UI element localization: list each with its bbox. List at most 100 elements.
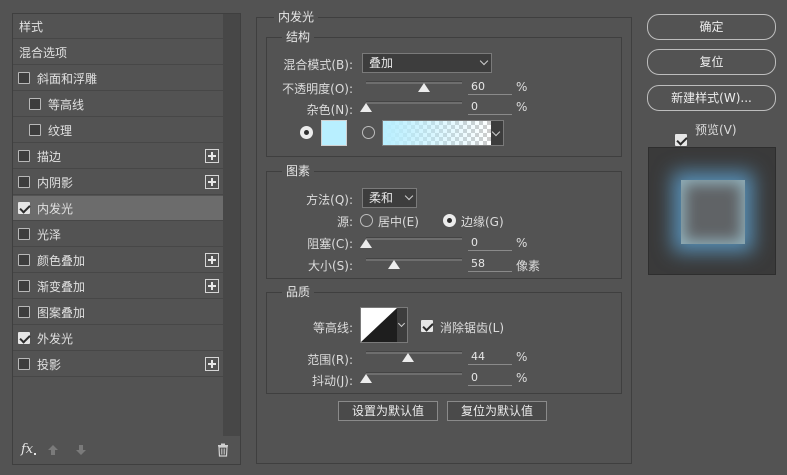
styles-header-label: 样式 — [19, 19, 44, 34]
style-item-checkbox[interactable] — [18, 332, 30, 344]
jitter-slider-track[interactable] — [366, 372, 462, 375]
chevron-down-icon — [491, 127, 501, 137]
style-item-label: 斜面和浮雕 — [37, 71, 98, 86]
source-center-radio[interactable] — [360, 214, 373, 227]
antialias-label[interactable]: 消除锯齿(L) — [440, 319, 504, 336]
style-item[interactable]: 图案叠加 — [13, 300, 223, 325]
gradient-preview — [383, 121, 491, 145]
range-slider-thumb[interactable] — [402, 353, 415, 362]
move-down-icon[interactable] — [75, 444, 87, 456]
fx-menu-button[interactable]: fx — [21, 442, 33, 457]
range-unit: % — [516, 350, 528, 364]
add-instance-plus-icon[interactable] — [205, 279, 219, 293]
noise-slider-track[interactable] — [366, 101, 462, 104]
opacity-unit: % — [516, 80, 528, 94]
jitter-input[interactable]: 0 — [468, 370, 512, 386]
style-item-checkbox[interactable] — [18, 228, 30, 240]
style-item[interactable]: 等高线 — [13, 92, 223, 117]
preview-swatch — [681, 180, 745, 244]
style-item[interactable]: 描边 — [13, 144, 223, 169]
size-slider-thumb[interactable] — [387, 260, 400, 269]
reset-button[interactable]: 复位 — [647, 49, 776, 75]
style-item-checkbox[interactable] — [18, 150, 30, 162]
style-item[interactable]: 纹理 — [13, 118, 223, 143]
style-item-label: 渐变叠加 — [37, 279, 86, 294]
style-item[interactable]: 外发光 — [13, 326, 223, 351]
source-edge-radio[interactable] — [443, 214, 456, 227]
glow-color-swatch[interactable] — [321, 120, 347, 146]
blending-options-item[interactable]: 混合选项 — [13, 40, 223, 65]
gradient-mode-radio[interactable] — [362, 126, 375, 139]
style-item-label: 纹理 — [48, 123, 73, 138]
antialias-checkbox[interactable] — [421, 320, 433, 332]
contour-picker[interactable] — [360, 307, 408, 343]
style-item-checkbox[interactable] — [29, 124, 41, 136]
style-item[interactable]: 渐变叠加 — [13, 274, 223, 299]
choke-input[interactable]: 0 — [468, 235, 512, 251]
add-instance-plus-icon[interactable] — [205, 149, 219, 163]
style-item-checkbox[interactable] — [18, 254, 30, 266]
style-item[interactable]: 颜色叠加 — [13, 248, 223, 273]
opacity-slider-thumb[interactable] — [417, 83, 430, 92]
style-item-checkbox[interactable] — [29, 98, 41, 110]
style-item-checkbox[interactable] — [18, 72, 30, 84]
style-item-checkbox[interactable] — [18, 280, 30, 292]
style-item[interactable]: 内阴影 — [13, 170, 223, 195]
chevron-down-icon — [397, 319, 406, 328]
styles-scrollbar[interactable] — [223, 14, 240, 436]
blend-mode-label: 混合模式(B): — [283, 58, 353, 72]
add-instance-plus-icon[interactable] — [205, 175, 219, 189]
technique-label: 方法(Q): — [306, 193, 353, 207]
new-style-button[interactable]: 新建样式(W)... — [647, 85, 776, 111]
jitter-slider-thumb[interactable] — [360, 374, 372, 383]
opacity-label: 不透明度(O): — [282, 82, 353, 96]
choke-label: 阻塞(C): — [307, 237, 353, 251]
styles-footer: fx — [13, 438, 240, 464]
quality-title: 品质 — [282, 285, 315, 299]
add-instance-plus-icon[interactable] — [205, 253, 219, 267]
style-item-label: 光泽 — [37, 227, 62, 242]
blend-mode-value: 叠加 — [369, 56, 394, 70]
size-slider-track[interactable] — [366, 258, 462, 261]
size-label: 大小(S): — [307, 259, 353, 273]
range-input[interactable]: 44 — [468, 349, 512, 365]
technique-value: 柔和 — [369, 191, 394, 205]
inner-glow-title: 内发光 — [274, 10, 319, 24]
fx-menu-indicator-icon — [34, 453, 36, 455]
reset-to-default-button[interactable]: 复位为默认值 — [447, 401, 547, 421]
choke-slider-thumb[interactable] — [360, 239, 372, 248]
style-item-checkbox[interactable] — [18, 358, 30, 370]
preview-label[interactable]: 预览(V) — [695, 121, 737, 138]
style-item[interactable]: 投影 — [13, 352, 223, 377]
noise-label: 杂色(N): — [306, 103, 353, 117]
chevron-down-icon — [404, 191, 414, 201]
choke-slider-track[interactable] — [366, 237, 462, 240]
source-edge-label[interactable]: 边缘(G) — [461, 213, 504, 230]
noise-input[interactable]: 0 — [468, 99, 512, 115]
style-item-checkbox[interactable] — [18, 202, 30, 214]
move-up-icon[interactable] — [47, 444, 59, 456]
add-instance-plus-icon[interactable] — [205, 357, 219, 371]
style-item-checkbox[interactable] — [18, 176, 30, 188]
color-mode-radio[interactable] — [300, 126, 313, 139]
gradient-picker[interactable] — [382, 120, 504, 146]
make-default-button[interactable]: 设置为默认值 — [338, 401, 438, 421]
jitter-unit: % — [516, 371, 528, 385]
style-item-checkbox[interactable] — [18, 306, 30, 318]
blend-mode-select[interactable]: 叠加 — [362, 53, 492, 73]
style-item[interactable]: 光泽 — [13, 222, 223, 247]
noise-slider-thumb[interactable] — [360, 103, 372, 112]
style-item-label: 图案叠加 — [37, 305, 86, 320]
style-item[interactable]: 斜面和浮雕 — [13, 66, 223, 91]
trash-icon[interactable] — [217, 443, 229, 457]
styles-header[interactable]: 样式 — [13, 14, 223, 39]
technique-select[interactable]: 柔和 — [362, 188, 417, 208]
ok-button[interactable]: 确定 — [647, 14, 776, 40]
style-item[interactable]: 内发光 — [13, 196, 223, 221]
preview-checkbox[interactable] — [675, 134, 687, 146]
opacity-slider-track[interactable] — [366, 81, 462, 84]
contour-preview-icon — [361, 308, 397, 342]
source-center-label[interactable]: 居中(E) — [378, 213, 419, 230]
opacity-input[interactable]: 60 — [468, 79, 512, 95]
size-input[interactable]: 58 — [468, 256, 512, 272]
